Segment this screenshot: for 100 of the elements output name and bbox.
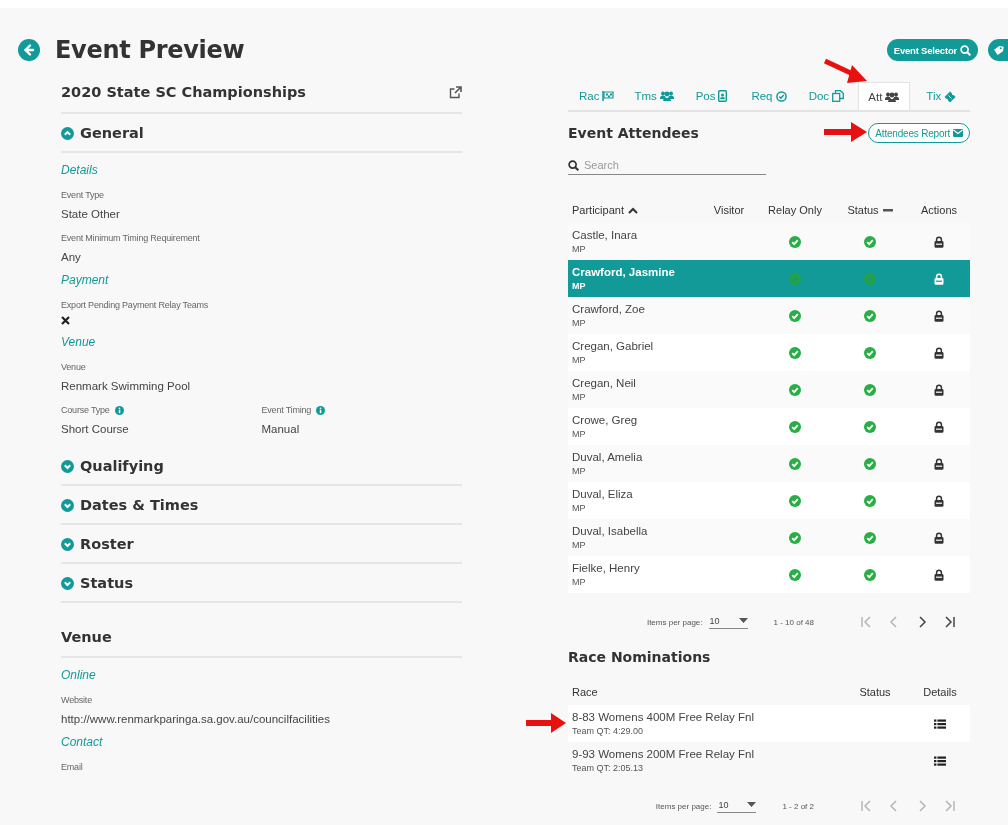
field-value: http://www.renmarkparinga.sa.gov.au/councilfacilities bbox=[61, 713, 331, 725]
field-label: Course Type bbox=[61, 405, 110, 415]
column-header[interactable]: Status bbox=[847, 204, 879, 216]
team-qualifying-time: Team QT: 4:29.00 bbox=[572, 726, 645, 736]
field-label: Venue bbox=[61, 362, 86, 372]
page-title: Event Preview bbox=[55, 36, 245, 64]
section-heading[interactable]: Status bbox=[80, 575, 134, 591]
tab[interactable]: Att bbox=[858, 82, 910, 110]
items-per-page-label: Items per page: bbox=[646, 617, 703, 627]
page-range: 1 - 10 of 48 bbox=[773, 617, 814, 627]
sort-ascending-icon[interactable] bbox=[628, 206, 638, 214]
team-code: MP bbox=[572, 577, 587, 587]
section-heading[interactable]: Qualifying bbox=[80, 458, 164, 474]
annotation-arrow bbox=[823, 121, 868, 143]
event-name: 2020 State SC Championships bbox=[61, 84, 306, 100]
list-icon[interactable] bbox=[934, 718, 946, 729]
expand-icon[interactable] bbox=[61, 576, 74, 590]
padlock-icon[interactable] bbox=[934, 494, 944, 507]
dropdown-caret-icon[interactable] bbox=[738, 618, 748, 623]
back-icon[interactable] bbox=[18, 39, 40, 61]
tag-icon bbox=[993, 44, 1004, 56]
participant-name: Duval, Isabella bbox=[572, 525, 649, 537]
field-value: Renmark Swimming Pool bbox=[61, 380, 192, 392]
attendee-row[interactable]: Duval, Eliza MP bbox=[568, 482, 970, 519]
participant-name: Cregan, Gabriel bbox=[572, 340, 655, 352]
field-label: Event Minimum Timing Requirement bbox=[61, 233, 200, 243]
expand-icon[interactable] bbox=[61, 498, 74, 512]
items-per-page-select[interactable]: 10 bbox=[717, 799, 757, 813]
field-label: Event Type bbox=[61, 190, 104, 200]
padlock-icon[interactable] bbox=[934, 383, 944, 396]
sort-neutral-icon[interactable] bbox=[882, 208, 893, 212]
section-title: Event Attendees bbox=[568, 125, 699, 141]
team-code: MP bbox=[572, 540, 587, 550]
team-code: MP bbox=[572, 392, 587, 402]
group-heading: Payment bbox=[61, 273, 110, 287]
items-per-page-select[interactable]: 10 bbox=[708, 615, 748, 629]
participant-name: Crowe, Greg bbox=[572, 414, 639, 426]
expand-icon[interactable] bbox=[61, 537, 74, 551]
column-header: Status bbox=[858, 686, 892, 698]
field-label: Event Timing bbox=[261, 405, 312, 415]
participant-name: Castle, Inara bbox=[572, 229, 639, 241]
race-name: 9-93 Womens 200M Free Relay Fnl bbox=[572, 748, 755, 760]
group-heading: Contact bbox=[61, 735, 104, 749]
field-label: Export Pending Payment Relay Teams bbox=[61, 300, 209, 310]
section-heading[interactable]: General bbox=[80, 125, 144, 141]
participant-name: Cregan, Neil bbox=[572, 377, 637, 389]
padlock-icon[interactable] bbox=[934, 346, 944, 359]
participant-name: Crawford, Jasmine bbox=[572, 266, 676, 278]
attendees-report-button[interactable]: Attendees Report bbox=[868, 123, 970, 143]
field-value: State Other bbox=[61, 208, 121, 220]
field-label: Website bbox=[61, 695, 92, 705]
team-code: MP bbox=[572, 466, 587, 476]
tag-button[interactable] bbox=[988, 39, 1008, 61]
padlock-icon[interactable] bbox=[934, 309, 944, 322]
padlock-icon[interactable] bbox=[934, 568, 944, 581]
ticket-icon bbox=[944, 90, 957, 102]
flag-icon bbox=[602, 91, 615, 101]
last-page-icon[interactable] bbox=[944, 616, 956, 628]
team-code: MP bbox=[572, 429, 587, 439]
check-circle-icon bbox=[775, 90, 787, 102]
collapse-icon[interactable] bbox=[61, 126, 74, 140]
participant-name: Duval, Eliza bbox=[572, 488, 634, 500]
column-header[interactable]: Participant bbox=[572, 204, 624, 216]
race-name: 8-83 Womens 400M Free Relay Fnl bbox=[572, 711, 755, 723]
participant-name: Duval, Amelia bbox=[572, 451, 644, 463]
group-heading: Online bbox=[61, 668, 97, 682]
section-heading[interactable]: Roster bbox=[80, 536, 134, 552]
column-header: Race bbox=[571, 686, 599, 698]
id-badge-icon bbox=[718, 90, 728, 102]
expand-icon[interactable] bbox=[61, 459, 74, 473]
padlock-icon[interactable] bbox=[934, 457, 944, 470]
items-per-page-label: Items per page: bbox=[655, 801, 712, 811]
group-heading: Venue bbox=[61, 335, 97, 349]
users-icon bbox=[885, 91, 900, 102]
padlock-icon[interactable] bbox=[934, 420, 944, 433]
search-field[interactable]: Search bbox=[568, 155, 766, 175]
attendee-row[interactable]: Crowe, Greg MP bbox=[568, 408, 970, 445]
annotation-arrow bbox=[525, 712, 567, 734]
padlock-icon[interactable] bbox=[934, 235, 944, 248]
list-icon[interactable] bbox=[934, 755, 946, 766]
participant-name: Fielke, Henry bbox=[572, 562, 641, 574]
next-page-icon[interactable] bbox=[916, 616, 928, 628]
attendee-row[interactable]: Cregan, Gabriel MP bbox=[568, 334, 970, 371]
section-heading[interactable]: Dates & Times bbox=[80, 497, 199, 513]
participant-name: Crawford, Zoe bbox=[572, 303, 646, 315]
column-header[interactable]: Visitor bbox=[713, 204, 745, 216]
team-code: MP bbox=[572, 281, 587, 291]
external-link-icon[interactable] bbox=[449, 85, 462, 99]
column-header[interactable]: Actions bbox=[920, 204, 958, 216]
team-code: MP bbox=[572, 355, 587, 365]
page-range: 1 - 2 of 2 bbox=[782, 801, 814, 811]
dropdown-caret-icon[interactable] bbox=[747, 802, 757, 807]
column-header[interactable]: Relay Only bbox=[768, 204, 822, 216]
padlock-icon[interactable] bbox=[934, 531, 944, 544]
team-code: MP bbox=[572, 503, 587, 513]
column-header: Details bbox=[922, 686, 958, 698]
search-icon bbox=[960, 44, 971, 56]
attendee-row[interactable]: Fielke, Henry MP bbox=[568, 556, 970, 593]
field-label: Email bbox=[61, 762, 83, 772]
users-icon bbox=[659, 91, 674, 101]
